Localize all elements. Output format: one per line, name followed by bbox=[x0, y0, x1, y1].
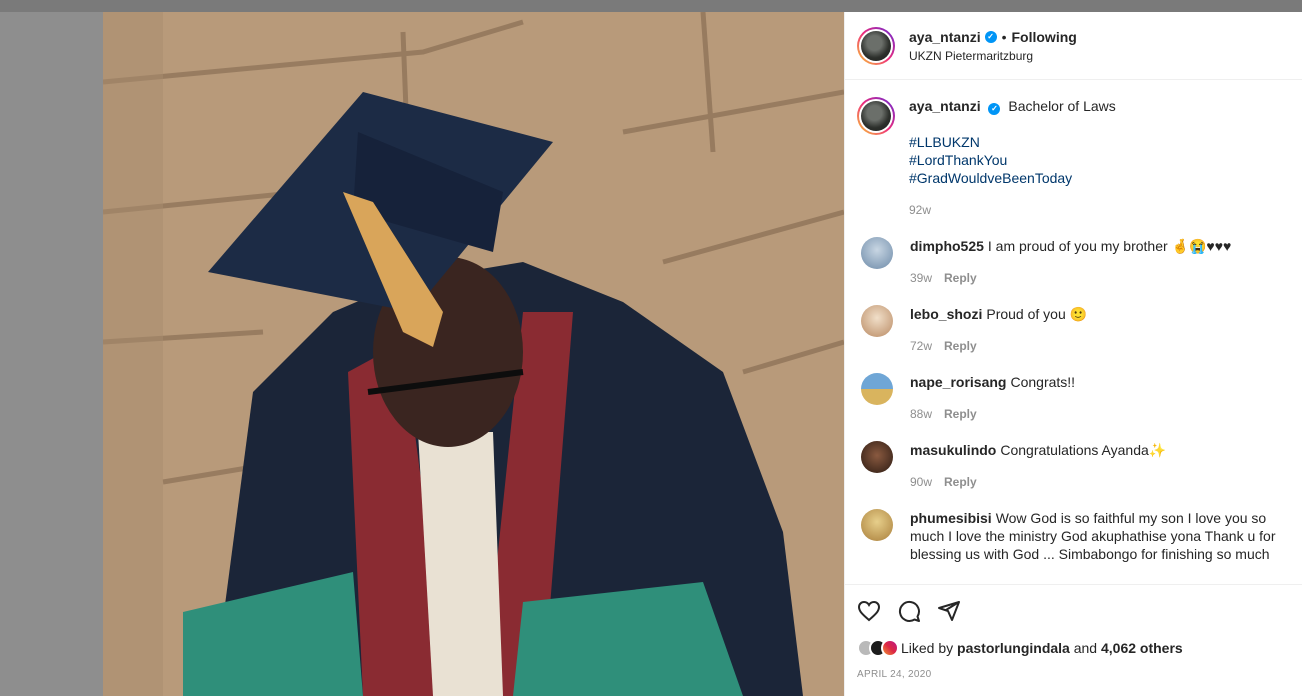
commenter-avatar[interactable] bbox=[861, 237, 893, 269]
liker-avatar[interactable] bbox=[881, 639, 899, 657]
comment-icon[interactable] bbox=[897, 599, 921, 623]
comment-username[interactable]: phumesibisi bbox=[910, 510, 992, 526]
comment-text: I am proud of you my brother 🤞😭♥♥♥ bbox=[987, 238, 1232, 254]
likes-summary: Liked by pastorlungindala and 4,062 othe… bbox=[857, 639, 1291, 657]
comment-time: 39w bbox=[910, 271, 933, 285]
backdrop-left bbox=[0, 12, 103, 696]
verified-badge-icon: ✓ bbox=[988, 103, 1001, 115]
comment-time: 90w bbox=[910, 475, 933, 489]
graduate-photo bbox=[103, 12, 844, 696]
location-link[interactable]: UKZN Pietermaritzburg bbox=[909, 49, 1077, 63]
reply-button[interactable]: Reply bbox=[944, 271, 977, 285]
commenter-avatar[interactable] bbox=[861, 509, 893, 541]
separator-dot: • bbox=[1001, 28, 1007, 45]
comment-time: 88w bbox=[910, 407, 933, 421]
reply-button[interactable]: Reply bbox=[944, 407, 977, 421]
reply-button[interactable]: Reply bbox=[944, 475, 977, 489]
comment-username[interactable]: masukulindo bbox=[910, 442, 996, 458]
caption-username[interactable]: aya_ntanzi bbox=[909, 98, 981, 114]
comment-item: phumesibisi Wow God is so faithful my son… bbox=[857, 509, 1302, 563]
caption-text: Bachelor of Laws bbox=[1008, 98, 1116, 114]
hashtag-link[interactable]: #LordThankYou bbox=[909, 151, 1289, 169]
comment-time: 72w bbox=[910, 339, 933, 353]
post-header: aya_ntanzi ✓ • Following UKZN Pietermari… bbox=[845, 12, 1302, 80]
commenter-avatar[interactable] bbox=[861, 373, 893, 405]
liker-username[interactable]: pastorlungindala bbox=[957, 640, 1070, 656]
comments-list[interactable]: aya_ntanzi ✓ Bachelor of Laws #LLBUKZN #… bbox=[845, 81, 1302, 584]
caption: aya_ntanzi ✓ Bachelor of Laws #LLBUKZN #… bbox=[857, 97, 1302, 219]
post-modal: aya_ntanzi ✓ • Following UKZN Pietermari… bbox=[103, 12, 1302, 696]
comment-text: Congrats!! bbox=[1010, 374, 1076, 390]
comment-text: Proud of you 🙂 bbox=[986, 306, 1088, 322]
likes-others-link[interactable]: 4,062 others bbox=[1101, 640, 1183, 656]
liked-by-and: and bbox=[1073, 640, 1098, 656]
author-avatar[interactable] bbox=[857, 26, 895, 65]
reply-button[interactable]: Reply bbox=[944, 339, 977, 353]
comment-username[interactable]: dimpho525 bbox=[910, 238, 984, 254]
comment-username[interactable]: nape_rorisang bbox=[910, 374, 1006, 390]
commenter-avatar[interactable] bbox=[861, 441, 893, 473]
post-date: APRIL 24, 2020 bbox=[857, 669, 932, 680]
comment-username[interactable]: lebo_shozi bbox=[910, 306, 982, 322]
commenter-avatar[interactable] bbox=[861, 305, 893, 337]
post-sidebar: aya_ntanzi ✓ • Following UKZN Pietermari… bbox=[844, 12, 1302, 696]
share-icon[interactable] bbox=[937, 599, 961, 623]
comment-item: nape_rorisang Congrats!! 88w Reply bbox=[857, 373, 1302, 423]
caption-time: 92w bbox=[909, 203, 932, 217]
post-media-image[interactable] bbox=[103, 12, 844, 696]
author-username[interactable]: aya_ntanzi bbox=[909, 29, 981, 45]
backdrop-top bbox=[0, 0, 1302, 12]
verified-badge-icon: ✓ bbox=[984, 30, 997, 43]
caption-avatar[interactable] bbox=[857, 97, 895, 135]
comment-item: dimpho525 I am proud of you my brother 🤞😭… bbox=[857, 237, 1302, 287]
post-actions: Liked by pastorlungindala and 4,062 othe… bbox=[845, 584, 1302, 696]
following-button[interactable]: Following bbox=[1012, 29, 1077, 45]
hashtag-link[interactable]: #GradWouldveBeenToday bbox=[909, 169, 1289, 187]
liked-by-prefix: Liked by bbox=[901, 640, 954, 656]
comment-text: Congratulations Ayanda✨ bbox=[1000, 442, 1167, 458]
comment-item: lebo_shozi Proud of you 🙂 72w Reply bbox=[857, 305, 1302, 355]
hashtag-link[interactable]: #LLBUKZN bbox=[909, 133, 1289, 151]
comment-item: masukulindo Congratulations Ayanda✨ 90w Re… bbox=[857, 441, 1302, 491]
heart-icon[interactable] bbox=[857, 599, 881, 623]
